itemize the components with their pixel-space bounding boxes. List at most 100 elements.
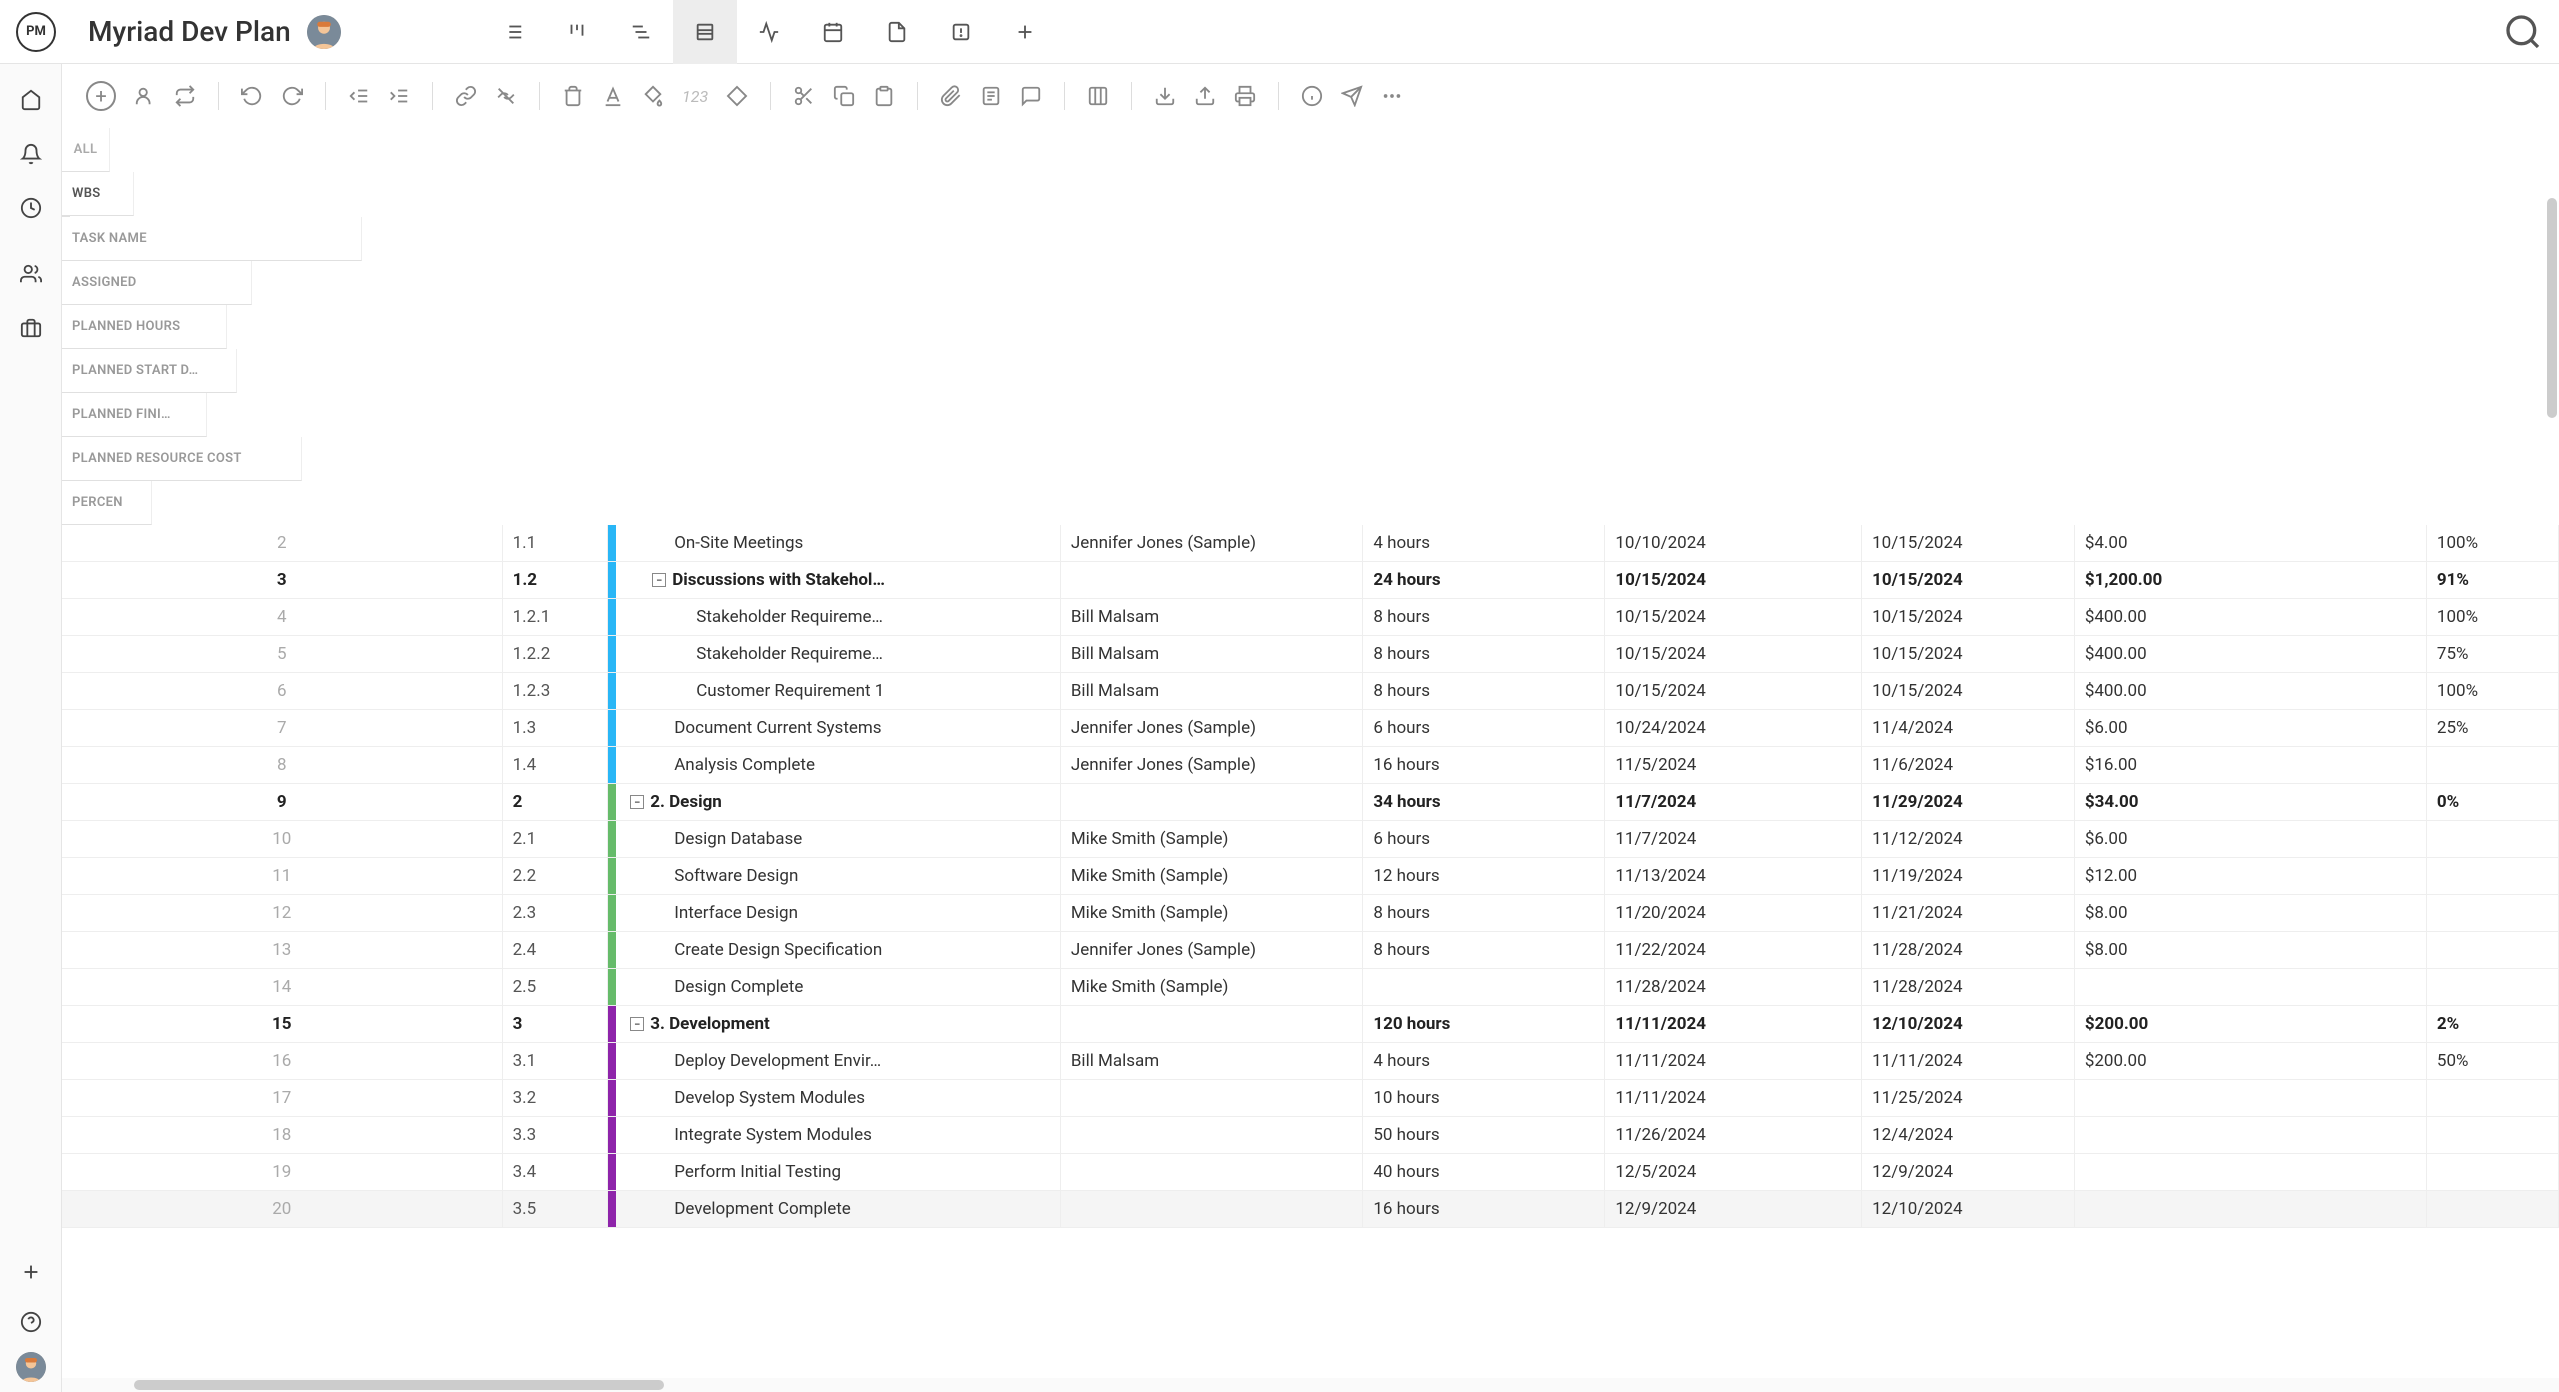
- table-row[interactable]: 41.2.1Stakeholder Requireme…Bill Malsam8…: [62, 599, 2559, 636]
- cost-cell[interactable]: $34.00: [2074, 784, 2426, 821]
- finish-cell[interactable]: 10/15/2024: [1862, 636, 2075, 673]
- row-number[interactable]: 11: [62, 858, 502, 895]
- collapse-icon[interactable]: −: [630, 1017, 644, 1031]
- percent-cell[interactable]: [2426, 858, 2558, 895]
- start-cell[interactable]: 11/7/2024: [1605, 784, 1862, 821]
- attach-button[interactable]: [940, 85, 962, 107]
- cost-cell[interactable]: $400.00: [2074, 636, 2426, 673]
- table-row[interactable]: 21.1On-Site MeetingsJennifer Jones (Samp…: [62, 525, 2559, 562]
- export-button[interactable]: [1194, 85, 1216, 107]
- percent-cell[interactable]: [2426, 1191, 2558, 1228]
- task-name-cell[interactable]: Document Current Systems: [620, 710, 1060, 747]
- col-header-start[interactable]: PLANNED START D…: [62, 349, 237, 393]
- task-grid[interactable]: ALL WBS TASK NAME ASSIGNED PLANNED HOURS…: [62, 128, 2559, 1378]
- cost-cell[interactable]: $400.00: [2074, 599, 2426, 636]
- hours-cell[interactable]: 10 hours: [1363, 1080, 1605, 1117]
- row-number[interactable]: 16: [62, 1043, 502, 1080]
- help-icon[interactable]: [11, 1302, 51, 1342]
- start-cell[interactable]: 11/26/2024: [1605, 1117, 1862, 1154]
- collapse-icon[interactable]: −: [630, 795, 644, 809]
- task-name-cell[interactable]: Software Design: [620, 858, 1060, 895]
- app-logo[interactable]: PM: [16, 12, 56, 52]
- hours-cell[interactable]: 4 hours: [1363, 525, 1605, 562]
- wbs-cell[interactable]: 3: [502, 1006, 608, 1043]
- task-name-cell[interactable]: Stakeholder Requireme…: [620, 599, 1060, 636]
- table-row[interactable]: 122.3Interface DesignMike Smith (Sample)…: [62, 895, 2559, 932]
- table-row[interactable]: 183.3Integrate System Modules50 hours11/…: [62, 1117, 2559, 1154]
- wbs-cell[interactable]: 3.2: [502, 1080, 608, 1117]
- wbs-cell[interactable]: 3.4: [502, 1154, 608, 1191]
- row-number[interactable]: 4: [62, 599, 502, 636]
- activity-view-tab[interactable]: [737, 0, 801, 64]
- row-number[interactable]: 13: [62, 932, 502, 969]
- add-task-button[interactable]: +: [86, 81, 116, 111]
- task-name-cell[interactable]: Stakeholder Requireme…: [620, 636, 1060, 673]
- table-row[interactable]: 92−2. Design34 hours11/7/202411/29/2024$…: [62, 784, 2559, 821]
- task-name-cell[interactable]: Perform Initial Testing: [620, 1154, 1060, 1191]
- wbs-cell[interactable]: 1.4: [502, 747, 608, 784]
- start-cell[interactable]: 10/15/2024: [1605, 599, 1862, 636]
- paste-button[interactable]: [873, 85, 895, 107]
- send-button[interactable]: [1341, 85, 1363, 107]
- assigned-cell[interactable]: Bill Malsam: [1060, 1043, 1362, 1080]
- calendar-view-tab[interactable]: [801, 0, 865, 64]
- start-cell[interactable]: 11/20/2024: [1605, 895, 1862, 932]
- table-row[interactable]: 102.1Design DatabaseMike Smith (Sample)6…: [62, 821, 2559, 858]
- table-row[interactable]: 153−3. Development120 hours11/11/202412/…: [62, 1006, 2559, 1043]
- columns-button[interactable]: [1087, 85, 1109, 107]
- finish-cell[interactable]: 11/25/2024: [1862, 1080, 2075, 1117]
- hours-cell[interactable]: 8 hours: [1363, 673, 1605, 710]
- cost-cell[interactable]: $16.00: [2074, 747, 2426, 784]
- start-cell[interactable]: 11/11/2024: [1605, 1006, 1862, 1043]
- wbs-cell[interactable]: 2.1: [502, 821, 608, 858]
- percent-cell[interactable]: 91%: [2426, 562, 2558, 599]
- percent-cell[interactable]: [2426, 932, 2558, 969]
- task-name-cell[interactable]: −3. Development: [620, 1006, 1060, 1043]
- percent-cell[interactable]: [2426, 747, 2558, 784]
- fill-color-button[interactable]: [642, 85, 664, 107]
- task-name-cell[interactable]: Develop System Modules: [620, 1080, 1060, 1117]
- task-name-cell[interactable]: Development Complete: [620, 1191, 1060, 1228]
- hours-cell[interactable]: 12 hours: [1363, 858, 1605, 895]
- col-header-hours[interactable]: PLANNED HOURS: [62, 305, 227, 349]
- col-header-percent[interactable]: PERCEN: [62, 481, 152, 525]
- percent-cell[interactable]: [2426, 969, 2558, 1006]
- task-name-cell[interactable]: Design Complete: [620, 969, 1060, 1006]
- team-icon[interactable]: [11, 254, 51, 294]
- percent-cell[interactable]: 0%: [2426, 784, 2558, 821]
- cost-cell[interactable]: $8.00: [2074, 932, 2426, 969]
- percent-cell[interactable]: 50%: [2426, 1043, 2558, 1080]
- assigned-cell[interactable]: Jennifer Jones (Sample): [1060, 525, 1362, 562]
- finish-cell[interactable]: 11/28/2024: [1862, 969, 2075, 1006]
- assigned-cell[interactable]: Mike Smith (Sample): [1060, 821, 1362, 858]
- row-number[interactable]: 20: [62, 1191, 502, 1228]
- gantt-view-tab[interactable]: [609, 0, 673, 64]
- cost-cell[interactable]: [2074, 1117, 2426, 1154]
- start-cell[interactable]: 11/28/2024: [1605, 969, 1862, 1006]
- hours-cell[interactable]: 6 hours: [1363, 821, 1605, 858]
- redo-button[interactable]: [281, 85, 303, 107]
- finish-cell[interactable]: 10/15/2024: [1862, 525, 2075, 562]
- notes-button[interactable]: [980, 85, 1002, 107]
- home-icon[interactable]: [11, 80, 51, 120]
- start-cell[interactable]: 12/5/2024: [1605, 1154, 1862, 1191]
- cost-cell[interactable]: $200.00: [2074, 1043, 2426, 1080]
- indent-button[interactable]: [388, 85, 410, 107]
- list-view-tab[interactable]: [481, 0, 545, 64]
- task-name-cell[interactable]: Analysis Complete: [620, 747, 1060, 784]
- undo-button[interactable]: [241, 85, 263, 107]
- finish-cell[interactable]: 11/21/2024: [1862, 895, 2075, 932]
- assigned-cell[interactable]: Mike Smith (Sample): [1060, 895, 1362, 932]
- hours-cell[interactable]: 50 hours: [1363, 1117, 1605, 1154]
- cut-button[interactable]: [793, 85, 815, 107]
- percent-cell[interactable]: 2%: [2426, 1006, 2558, 1043]
- vertical-scrollbar[interactable]: [2547, 198, 2557, 418]
- wbs-cell[interactable]: 3.3: [502, 1117, 608, 1154]
- cost-cell[interactable]: [2074, 1154, 2426, 1191]
- start-cell[interactable]: 11/7/2024: [1605, 821, 1862, 858]
- task-name-cell[interactable]: Create Design Specification: [620, 932, 1060, 969]
- task-name-cell[interactable]: On-Site Meetings: [620, 525, 1060, 562]
- wbs-cell[interactable]: 1.2.2: [502, 636, 608, 673]
- finish-cell[interactable]: 12/4/2024: [1862, 1117, 2075, 1154]
- table-row[interactable]: 81.4Analysis CompleteJennifer Jones (Sam…: [62, 747, 2559, 784]
